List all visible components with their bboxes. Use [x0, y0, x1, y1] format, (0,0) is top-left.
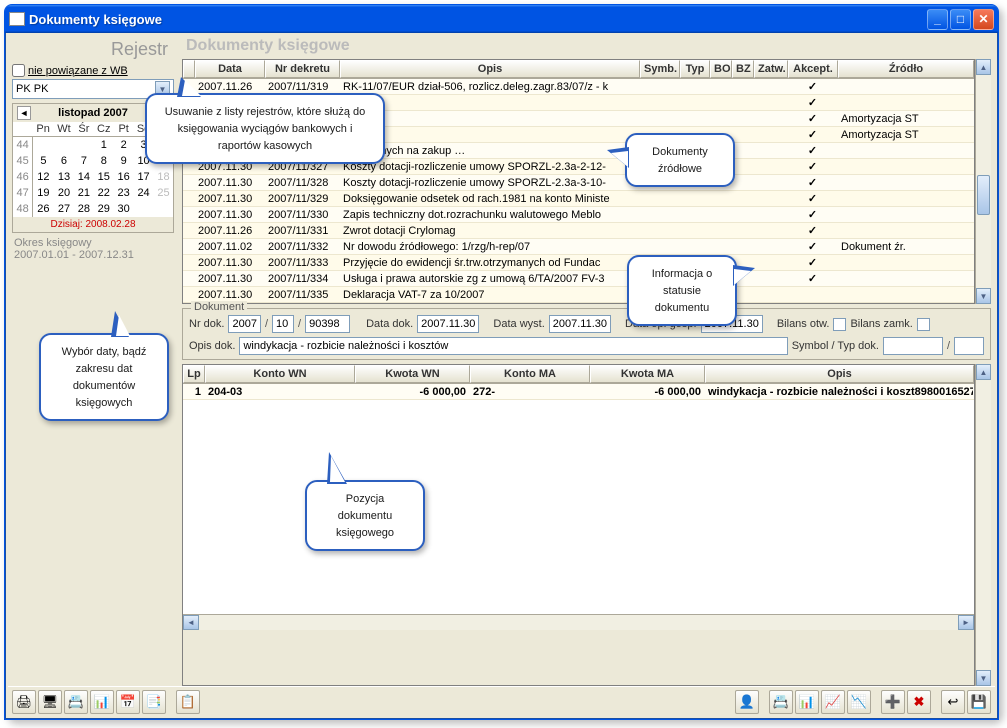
- maximize-button[interactable]: □: [950, 9, 971, 30]
- accounting-period: Okres księgowy 2007.01.01 - 2007.12.31: [12, 233, 174, 265]
- doc-type-field[interactable]: [954, 337, 984, 355]
- tool-icon-3[interactable]: 📇: [64, 690, 88, 714]
- lines-vscrollbar[interactable]: ▲ ▼: [975, 364, 991, 686]
- check-icon: [808, 161, 817, 173]
- undo-icon[interactable]: ↩: [941, 690, 965, 714]
- bottom-toolbar: 🖨 🖥 📇 📊 📅 📑 📋 👤 📇 📊 📈 📉 ➕ ✖ ↩ 💾: [8, 686, 995, 716]
- window-title: Dokumenty księgowe: [29, 12, 927, 27]
- table-row[interactable]: 2007.11.302007/11/328Koszty dotacji-rozl…: [183, 175, 974, 191]
- table-row[interactable]: 2007.11.302007/11/335Deklaracja VAT-7 za…: [183, 287, 974, 303]
- document-group: Dokument Nr dok. 2007 / 10 / 90398 Data …: [182, 308, 991, 360]
- delete-button[interactable]: ✖: [907, 690, 931, 714]
- tool-icon-r4[interactable]: 📈: [821, 690, 845, 714]
- main-section-title: Dokumenty księgowe: [178, 33, 995, 59]
- add-button[interactable]: ➕: [881, 690, 905, 714]
- callout-status: Informacja o statusie dokumentu: [627, 255, 737, 326]
- titlebar[interactable]: Dokumenty księgowe _ □ ✕: [5, 5, 998, 33]
- table-row[interactable]: 2007.11.022007/11/332Nr dowodu źródłoweg…: [183, 239, 974, 255]
- table-row[interactable]: 2007.11.302007/11/334Usługa i prawa auto…: [183, 271, 974, 287]
- close-button[interactable]: ✕: [973, 9, 994, 30]
- sidebar-section-title: Rejestr: [12, 35, 174, 62]
- app-icon: [9, 12, 25, 26]
- minimize-button[interactable]: _: [927, 9, 948, 30]
- not-linked-wb-label: nie powiązane z WB: [28, 65, 128, 77]
- bilans-otw-checkbox[interactable]: [833, 318, 846, 331]
- tool-icon-r3[interactable]: 📊: [795, 690, 819, 714]
- bilans-zamk-checkbox[interactable]: [917, 318, 930, 331]
- tool-icon-r2[interactable]: 📇: [769, 690, 793, 714]
- issue-date-field[interactable]: 2007.11.30: [549, 315, 611, 333]
- table-row[interactable]: 2007.11.302007/11/333Przyjęcie do ewiden…: [183, 255, 974, 271]
- check-icon: [808, 145, 817, 157]
- check-icon: [808, 81, 817, 93]
- line-row[interactable]: 1 204-03 -6 000,00 272- -6 000,00 windyk…: [183, 384, 974, 400]
- doc-symbol-field[interactable]: [883, 337, 943, 355]
- window: Dokumenty księgowe _ □ ✕ Rejestr nie pow…: [4, 4, 999, 720]
- tool-icon-2[interactable]: 🖥: [38, 690, 62, 714]
- table-row[interactable]: 2007.11.302007/11/330Zapis techniczny do…: [183, 207, 974, 223]
- check-icon: [808, 225, 817, 237]
- callout-source-docs: Dokumenty źródłowe: [625, 133, 735, 187]
- check-icon: [808, 129, 817, 141]
- calendar-today-label[interactable]: Dzisiaj: 2008.02.28: [13, 217, 173, 232]
- tool-icon-6[interactable]: 📑: [142, 690, 166, 714]
- callout-date-range: Wybór daty, bądź zakresu dat dokumentów …: [39, 333, 169, 421]
- register-combo-value: PK PK: [16, 83, 48, 95]
- tool-icon-4[interactable]: 📊: [90, 690, 114, 714]
- print-icon[interactable]: 🖨: [12, 690, 36, 714]
- check-icon: [808, 113, 817, 125]
- table-row[interactable]: 2007.11.302007/11/329Doksięgowanie odset…: [183, 191, 974, 207]
- tool-icon-5[interactable]: 📅: [116, 690, 140, 714]
- tool-icon-7[interactable]: 📋: [176, 690, 200, 714]
- check-icon: [808, 209, 817, 221]
- doc-nr-year[interactable]: 2007: [228, 315, 260, 333]
- lines-hscrollbar[interactable]: ◄►: [183, 614, 974, 630]
- check-icon: [808, 193, 817, 205]
- calendar-prev-icon[interactable]: ◄: [17, 106, 31, 120]
- doc-nr-num[interactable]: 90398: [305, 315, 350, 333]
- save-icon[interactable]: 💾: [967, 690, 991, 714]
- check-icon: [808, 97, 817, 109]
- not-linked-wb-checkbox[interactable]: [12, 64, 25, 77]
- doc-date-field[interactable]: 2007.11.30: [417, 315, 479, 333]
- lines-grid[interactable]: Lp Konto WN Kwota WN Konto MA Kwota MA O…: [182, 364, 975, 686]
- check-icon: [808, 273, 817, 285]
- calendar-month-label: listopad 2007: [58, 107, 128, 119]
- tool-icon-r5[interactable]: 📉: [847, 690, 871, 714]
- doc-nr-month[interactable]: 10: [272, 315, 294, 333]
- callout-registers: Usuwanie z listy rejestrów, które służą …: [145, 93, 385, 164]
- user-icon[interactable]: 👤: [735, 690, 759, 714]
- doc-description-field[interactable]: windykacja - rozbicie należności i koszt…: [239, 337, 787, 355]
- check-icon: [808, 177, 817, 189]
- check-icon: [808, 257, 817, 269]
- check-icon: [808, 241, 817, 253]
- table-row[interactable]: 2007.11.262007/11/331Zwrot dotacji Crylo…: [183, 223, 974, 239]
- callout-line-item: Pozycja dokumentu księgowego: [305, 480, 425, 551]
- grid-scrollbar[interactable]: ▲ ▼: [975, 59, 991, 304]
